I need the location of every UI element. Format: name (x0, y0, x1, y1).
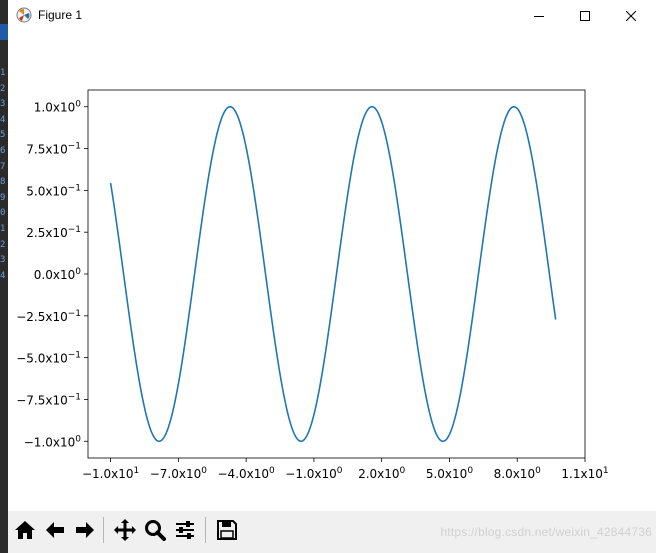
watermark-text: https://blog.csdn.net/weixin_42844736 (440, 525, 652, 539)
y-tick-label-mantissa: 2.5x10 (26, 226, 67, 240)
y-tick-label-exponent: 0 (75, 434, 81, 444)
background-line-number: 4 (0, 114, 6, 125)
x-tick-label: 5.0x100 (426, 466, 473, 481)
x-tick-label-exponent: 0 (269, 466, 275, 476)
toolbar-separator (205, 517, 206, 543)
maximize-icon (580, 10, 590, 21)
y-tick-label: −2.5x10−1 (16, 309, 81, 324)
background-line-number: 2 (0, 83, 6, 94)
title-bar[interactable]: Figure 1 (8, 0, 656, 31)
y-tick-label: 2.5x10−1 (26, 225, 81, 240)
y-tick-label-exponent: −1 (68, 351, 81, 361)
sine-series-line (109, 105, 557, 443)
y-tick-label-mantissa: 0.0x10 (34, 268, 75, 282)
y-tick-label-exponent: −1 (68, 142, 81, 152)
configure-subplots-button[interactable] (171, 516, 199, 544)
x-tick-label-exponent: 0 (467, 466, 473, 476)
x-tick-label: −1.0x100 (285, 466, 343, 481)
x-tick-label-mantissa: −1.0x10 (285, 467, 337, 481)
x-tick-label-exponent: 1 (603, 466, 609, 476)
x-tick-label: −7.0x100 (150, 466, 208, 481)
close-button[interactable] (608, 0, 654, 31)
y-tick-label-mantissa: −1.0x10 (24, 435, 76, 449)
x-tick-label: 8.0x100 (494, 466, 541, 481)
x-tick-label-exponent: 0 (400, 466, 406, 476)
y-tick-label: −7.5x10−1 (16, 392, 81, 407)
window-title: Figure 1 (38, 8, 83, 22)
y-tick-label-exponent: −1 (68, 309, 81, 319)
y-tick-label: 1.0x100 (34, 100, 81, 115)
close-icon (626, 10, 636, 21)
save-button[interactable] (213, 516, 241, 544)
y-tick-label-exponent: 0 (75, 100, 81, 110)
x-tick-label-exponent: 1 (133, 466, 139, 476)
y-tick-label-exponent: −1 (68, 225, 81, 235)
x-tick-label-exponent: 0 (535, 466, 541, 476)
background-line-number: 5 (0, 130, 6, 141)
y-tick-label: 5.0x10−1 (26, 183, 81, 198)
forward-icon (76, 522, 94, 538)
background-line-number: 8 (0, 177, 6, 188)
x-tick-label: −1.0x101 (82, 466, 139, 481)
x-tick-label-mantissa: −7.0x10 (150, 467, 202, 481)
y-tick-label: −1.0x100 (24, 434, 82, 449)
background-line-number: 3 (0, 99, 6, 110)
background-line-number: 4 (0, 270, 6, 281)
configure-subplots-icon (176, 521, 194, 539)
background-line-number: 1 (0, 68, 6, 78)
x-tick-label: −4.0x100 (218, 466, 276, 481)
x-tick-label-mantissa: −4.0x10 (218, 467, 270, 481)
background-line-number: 9 (0, 192, 6, 203)
x-tick-label: 2.0x100 (358, 466, 405, 481)
plot-svg[interactable]: −1.0x101 −7.0x100 −4.0x100 −1.0x100 2.0x100 5… (8, 31, 656, 511)
x-tick-label: 1.1x101 (561, 466, 608, 481)
y-tick-label: 0.0x100 (34, 267, 81, 282)
x-tick-label-mantissa: 2.0x10 (358, 467, 399, 481)
background-line-number: 2 (0, 239, 6, 250)
background-line-number: 6 (0, 146, 6, 156)
pan-icon (114, 519, 136, 541)
background-line-number: 3 (0, 255, 6, 266)
x-tick-label-exponent: 0 (337, 466, 343, 476)
zoom-icon (145, 520, 166, 541)
y-tick-label-exponent: −1 (68, 183, 81, 193)
back-icon (46, 522, 64, 538)
background-ide-tab (0, 24, 8, 40)
y-tick-label-exponent: −1 (68, 392, 81, 402)
y-tick-label-mantissa: −5.0x10 (16, 352, 68, 366)
y-tick-label-mantissa: 5.0x10 (26, 184, 67, 198)
minimize-button[interactable] (516, 0, 562, 31)
toolbar-separator (103, 517, 104, 543)
x-tick-label-mantissa: 1.1x10 (561, 467, 602, 481)
forward-button[interactable] (71, 516, 99, 544)
minimize-icon (534, 15, 544, 17)
zoom-button[interactable] (141, 516, 169, 544)
y-tick-label-exponent: 0 (75, 267, 81, 277)
x-tick-label-mantissa: 5.0x10 (426, 467, 467, 481)
x-tick-label-exponent: 0 (201, 466, 207, 476)
x-tick-label-mantissa: 8.0x10 (494, 467, 535, 481)
maximize-button[interactable] (562, 0, 608, 31)
save-icon (217, 520, 237, 540)
background-line-number: 7 (0, 161, 6, 172)
navigation-toolbar: https://blog.csdn.net/weixin_42844736 (8, 511, 656, 553)
figure-window: Figure 1 −1.0x101 −7.0x100 −4.0x100 −1.0x10… (8, 0, 656, 553)
home-button[interactable] (11, 516, 39, 544)
y-tick-label-mantissa: 7.5x10 (26, 143, 67, 157)
background-line-number: 1 (0, 224, 6, 234)
home-icon (15, 521, 35, 539)
pan-button[interactable] (111, 516, 139, 544)
y-tick-label-mantissa: −7.5x10 (16, 393, 68, 407)
figure-canvas[interactable]: −1.0x101 −7.0x100 −4.0x100 −1.0x100 2.0x100 5… (8, 31, 656, 511)
y-tick-label: −5.0x10−1 (16, 351, 81, 366)
y-tick-label-mantissa: −2.5x10 (16, 310, 68, 324)
back-button[interactable] (41, 516, 69, 544)
y-tick-label-mantissa: 1.0x10 (34, 101, 75, 115)
background-line-number: 0 (0, 208, 6, 219)
y-tick-label: 7.5x10−1 (26, 142, 81, 157)
matplotlib-app-icon (16, 7, 32, 23)
x-tick-label-mantissa: −1.0x10 (82, 467, 134, 481)
background-ide-strip: 1 2 3 4 5 6 7 8 9 0 1 2 3 4 (0, 0, 8, 553)
